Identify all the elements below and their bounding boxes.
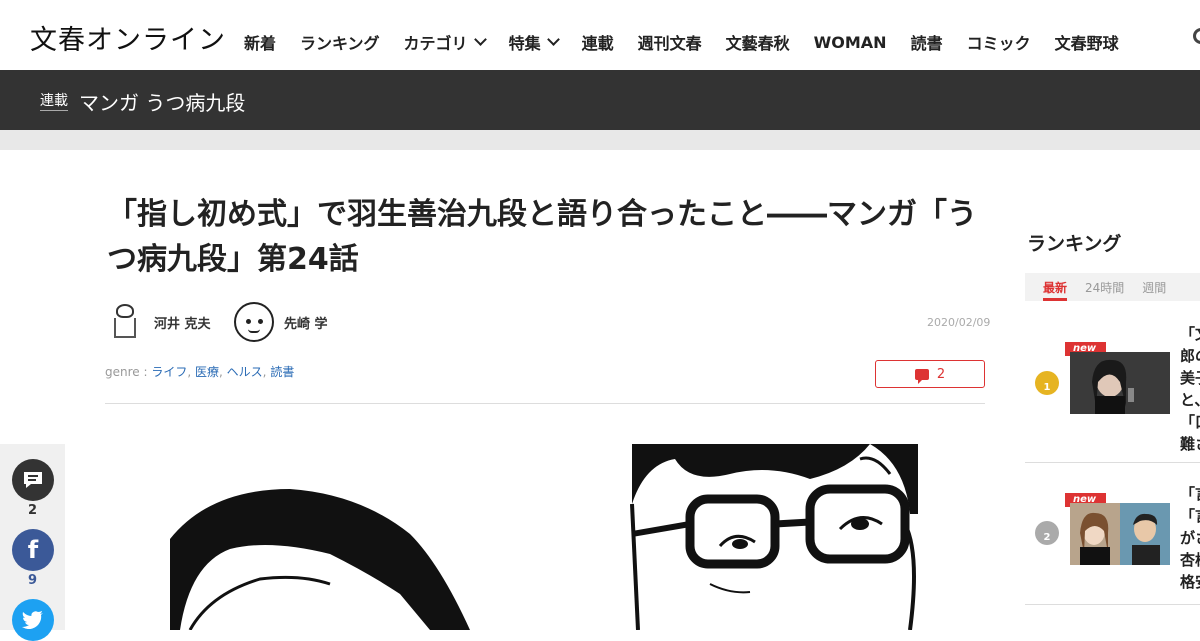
author-1[interactable]: 河井 克夫 (108, 302, 211, 342)
comment-count: 2 (936, 366, 946, 382)
rank-number: 1 (1043, 382, 1051, 393)
divider (105, 403, 985, 404)
nav-label: 文春野球 (1054, 34, 1119, 53)
gray-band (0, 130, 1200, 150)
comment-icon (914, 368, 929, 384)
series-title[interactable]: マンガ うつ病九段 (79, 87, 245, 116)
nav-item-woman[interactable]: WOMAN (814, 30, 887, 54)
genre-label: genre : (105, 365, 148, 379)
ranking-item[interactable]: 1 new 「文 郎の 美子 と、 「口 難さ (1025, 323, 1200, 463)
facebook-icon[interactable]: f (12, 529, 54, 571)
nav-item-new[interactable]: 新着 (244, 30, 276, 54)
comment-share-count: 2 (27, 503, 38, 518)
genre-link[interactable]: 読書 (270, 365, 294, 379)
nav-item-comic[interactable]: コミック (967, 30, 1031, 54)
site-logo[interactable]: 文春オンライン (30, 18, 226, 57)
main-nav: 新着 ランキング カテゴリ 特集 連載 週刊文春 文藝春秋 WOMAN 読書 コ… (244, 30, 1143, 54)
nav-label: カテゴリ (403, 34, 468, 53)
rank-number: 2 (1043, 532, 1051, 543)
nav-label: 文藝春秋 (725, 34, 790, 53)
twitter-icon[interactable] (12, 599, 54, 641)
nav-label: 連載 (581, 34, 614, 53)
rank-crown-icon: 2 (1035, 521, 1059, 545)
ranking-headline: 「文 郎の 美子 と、 「口 難さ (1180, 325, 1200, 453)
chevron-down-icon (473, 33, 487, 46)
nav-label: 特集 (508, 34, 541, 53)
site-header: 文春オンライン 新着 ランキング カテゴリ 特集 連載 週刊文春 文藝春秋 WO… (0, 0, 1200, 70)
series-bar: 連載 マンガ うつ病九段 (0, 70, 1200, 130)
share-sidebar: 2 f 9 (0, 444, 65, 641)
series-tag[interactable]: 連載 (40, 92, 68, 111)
nav-label: WOMAN (813, 32, 887, 52)
nav-item-series[interactable]: 連載 (582, 30, 614, 54)
search-icon[interactable] (1193, 28, 1200, 44)
tab-weekly[interactable]: 週間 (1142, 273, 1166, 301)
nav-label: コミック (966, 34, 1031, 53)
nav-item-ranking[interactable]: ランキング (300, 30, 380, 54)
genre-link[interactable]: ライフ (151, 365, 187, 379)
comment-button[interactable]: 2 (875, 360, 985, 388)
ranking-thumbnail (1070, 503, 1170, 565)
manga-image (170, 444, 918, 630)
nav-label: 週刊文春 (637, 34, 702, 53)
ranking-thumbnail (1070, 352, 1170, 414)
author-name: 先崎 学 (284, 316, 328, 332)
nav-label: ランキング (300, 34, 380, 53)
facebook-share-count: 9 (27, 573, 38, 588)
nav-item-bungeishunju[interactable]: 文藝春秋 (726, 30, 790, 54)
author-2[interactable]: 先崎 学 (234, 302, 328, 342)
genre-link[interactable]: ヘルス (227, 365, 263, 379)
nav-item-feature[interactable]: 特集 (508, 30, 560, 54)
rank-crown-icon: 1 (1035, 371, 1059, 395)
comment-bubble-icon[interactable] (12, 459, 54, 501)
tab-latest[interactable]: 最新 (1043, 273, 1068, 301)
chevron-down-icon (546, 33, 560, 46)
nav-item-bunshun-baseball[interactable]: 文春野球 (1055, 30, 1119, 54)
ranking-tabs: 最新 24時間 週間 (1025, 273, 1200, 301)
ranking-headline: 「言 「言 がさ 杏様 格安 (1180, 485, 1200, 591)
article-date: 2020/02/09 (927, 316, 991, 329)
ranking-item[interactable]: 2 new 「言 「言 がさ 杏様 格安 (1025, 465, 1200, 605)
article-title: 「指し初め式」で羽生善治九段と語り合ったこと――マンガ「うつ病九段」第24話 (107, 197, 977, 277)
author-avatar (234, 302, 274, 342)
genre-list: genre : ライフ, 医療, ヘルス, 読書 (105, 365, 295, 379)
nav-item-books[interactable]: 読書 (911, 30, 943, 54)
nav-label: 新着 (244, 34, 277, 53)
nav-label: 読書 (910, 34, 943, 53)
author-avatar (108, 302, 144, 342)
tab-24h[interactable]: 24時間 (1085, 273, 1124, 301)
nav-item-shukan-bunshun[interactable]: 週刊文春 (638, 30, 702, 54)
genre-link[interactable]: 医療 (195, 365, 219, 379)
nav-item-category[interactable]: カテゴリ (403, 30, 487, 54)
author-name: 河井 克夫 (154, 316, 211, 332)
ranking-title: ランキング (1027, 233, 1122, 255)
